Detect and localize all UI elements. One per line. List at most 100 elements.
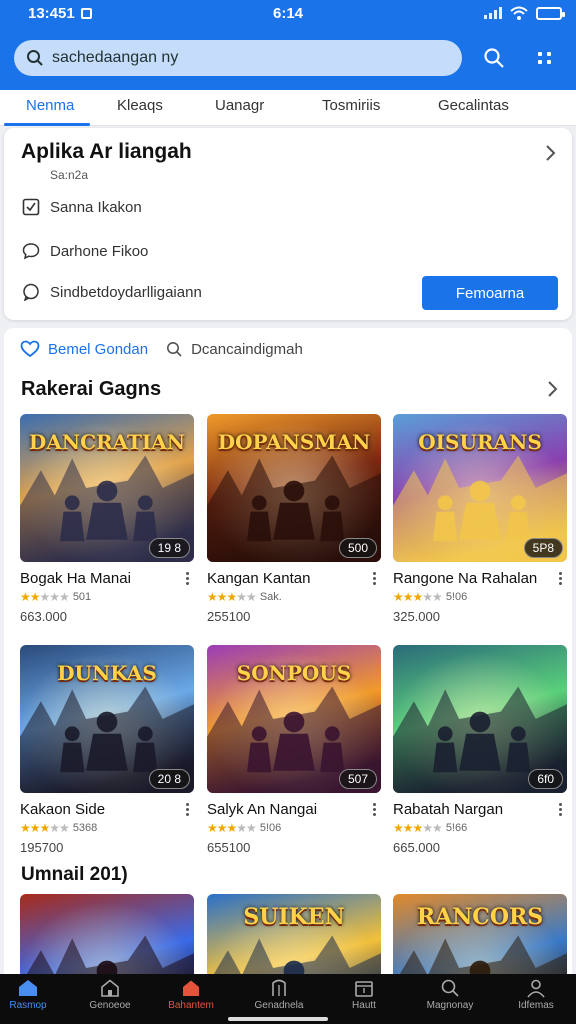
game-artwork [20,894,194,974]
game-rating: ★★★★★ 5!66 [393,821,567,835]
nav-item-magnonay[interactable]: Magnonay [414,978,486,1011]
search-icon [441,979,459,997]
game-rating: ★★★★★ Sak. [207,590,381,604]
home-indicator [228,1017,328,1021]
app-row-3[interactable]: Sindbetdoydarlligaiann [22,283,202,301]
search-button[interactable] [480,44,508,72]
tab-nenma[interactable]: Nenma [26,97,74,114]
game-price: 195700 [20,840,64,855]
battery-icon [536,6,565,20]
star-rating-icon: ★★★★★ [207,821,257,835]
search-icon [484,48,504,68]
filter-search[interactable]: Dcancaindigmah [166,340,303,358]
filter-favorites[interactable]: Bemel Gondan [20,340,148,358]
store-icon [183,980,199,996]
game-card[interactable]: 6f0 Rabatah Nargan ★★★★★ 5!66 665.000 [393,645,567,855]
game-name: Rangone Na Rahalan [393,570,538,587]
game-price: 663.000 [20,609,67,624]
checkbox-icon [22,198,40,216]
game-rating: ★★★★★ 501 [20,590,194,604]
rating-count: 5!06 [259,822,282,834]
search-icon [167,341,182,357]
nav-item-hautt[interactable]: Hautt [328,978,400,1011]
game-thumbnail[interactable]: DANCRATIAN 19 8 [20,414,194,562]
game-art-title: SONPOUS [236,661,352,685]
price-badge: 6f0 [528,769,563,789]
tab-bar: Nenma Kleaqs Uanagr Tosmiriis Gecalintas [0,90,576,126]
chevron-right-icon[interactable] [544,144,556,162]
star-rating-icon: ★★★★★ [393,821,443,835]
tab-gecalintas[interactable]: Gecalintas [438,97,509,114]
top-header: 13:451 6:14 sachedaangan ny [0,0,576,90]
game-thumbnail[interactable]: DUNKAS 20 8 [20,645,194,793]
app-row-3-label: Sindbetdoydarlligaiann [50,283,202,301]
game-card[interactable]: DOPANSMAN 500 Kangan Kantan ★★★★★ Sak. 255100 [207,414,381,624]
wifi-icon [510,6,528,20]
grid-icon [538,52,551,64]
nav-label: Bahantem [168,1000,214,1011]
filter-search-label: Dcancaindigmah [191,340,303,358]
rating-count: 501 [72,591,92,603]
more-options-icon[interactable] [186,572,190,587]
more-options-icon[interactable] [559,803,563,818]
section-title: Rakerai Gagns [21,378,162,400]
tab-tosmiriis[interactable]: Tosmiriis [322,97,380,114]
active-tab-indicator [4,123,90,126]
game-card[interactable]: SONPOUS 507 Salyk An Nangai ★★★★★ 5!06 655100 [207,645,381,855]
person-icon [527,979,545,998]
game-thumbnail[interactable]: SONPOUS 507 [207,645,381,793]
status-icons [484,6,565,20]
primary-action-button[interactable]: Femoarna [422,276,558,310]
game-name: Bogak Ha Manai [20,570,131,587]
chevron-right-icon[interactable] [546,380,558,398]
more-options-icon[interactable] [186,803,190,818]
app-row-1[interactable]: Sanna Ikakon [22,198,142,216]
nav-label: Rasmop [9,1000,47,1011]
price-badge: 19 8 [148,538,190,558]
game-thumbnail[interactable]: 6f0 [393,645,567,793]
game-thumbnail-partial[interactable]: RANCORS [393,894,567,974]
search-icon [27,50,43,66]
game-rating: ★★★★★ 5!06 [393,590,567,604]
game-card[interactable]: DANCRATIAN 19 8 Bogak Ha Manai ★★★★★ 501 663.… [20,414,194,624]
game-thumbnail-partial[interactable] [20,894,194,974]
filter-row: Bemel Gondan Dcancaindigmah [20,340,303,358]
game-art-title: OISURANS [418,430,542,454]
star-rating-icon: ★★★★★ [20,590,70,604]
app-row-2-label: Darhone Fikoo [50,242,149,260]
game-thumbnail[interactable]: OISURANS 5P8 [393,414,567,562]
grid-menu-button[interactable] [531,44,559,72]
nav-item-rasmop[interactable]: Rasmop [0,978,64,1011]
game-name: Rabatah Nargan [393,801,504,818]
nav-label: Magnonay [426,1000,474,1011]
tab-uanagr[interactable]: Uanagr [215,97,264,114]
nav-label: Genoeoe [89,1000,131,1011]
nav-item-genoeoe[interactable]: Genoeoe [74,978,146,1011]
nav-label: Hautt [352,1000,376,1011]
game-thumbnail-partial[interactable]: SUIKEN [207,894,381,974]
nav-item-genadnela[interactable]: Genadnela [243,978,315,1011]
year-section-title: Umnail 201) [21,864,128,885]
game-card[interactable]: DUNKAS 20 8 Kakaon Side ★★★★★ 5368 195700 [20,645,194,855]
search-input[interactable]: sachedaangan ny [14,40,462,76]
app-title: Aplika Ar liangah [21,140,192,163]
search-query: sachedaangan ny [52,49,179,66]
nav-item-bahantem[interactable]: Bahantem [155,978,227,1011]
star-rating-icon: ★★★★★ [393,590,443,604]
nav-item-idfemas[interactable]: Idfemas [500,978,572,1011]
more-options-icon[interactable] [373,572,377,587]
game-art-title: SUIKEN [243,904,345,930]
more-options-icon[interactable] [559,572,563,587]
game-name: Salyk An Nangai [207,801,318,818]
more-options-icon[interactable] [373,803,377,818]
app-row-2[interactable]: Darhone Fikoo [22,242,148,260]
tab-kleaqs[interactable]: Kleaqs [117,97,163,114]
game-card[interactable]: OISURANS 5P8 Rangone Na Rahalan ★★★★★ 5!06 32… [393,414,567,624]
home-icon [19,980,37,996]
signal-icon [484,7,502,19]
star-rating-icon: ★★★★★ [20,821,70,835]
game-thumbnail[interactable]: DOPANSMAN 500 [207,414,381,562]
price-badge: 507 [338,769,377,789]
game-rating: ★★★★★ 5368 [20,821,194,835]
app-row-1-label: Sanna Ikakon [50,198,142,216]
